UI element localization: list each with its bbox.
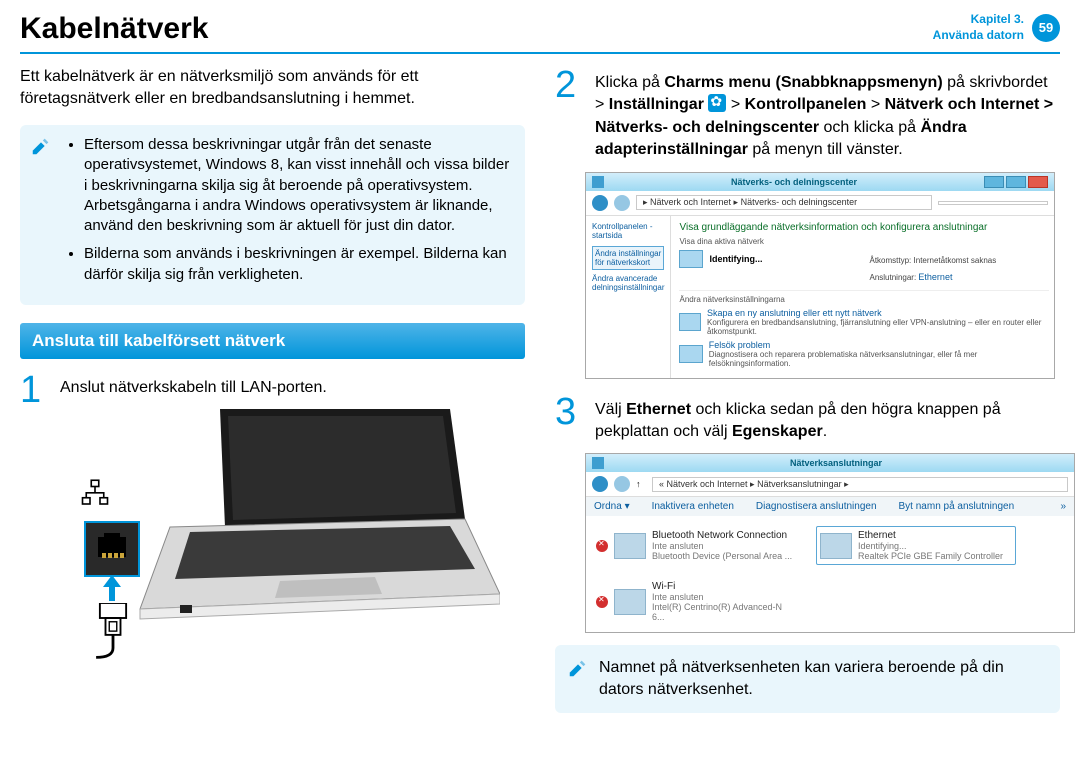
panel-heading: Visa grundläggande nätverksinformation o… bbox=[679, 222, 1049, 233]
setup-connection-icon bbox=[679, 313, 701, 331]
back-button[interactable] bbox=[592, 476, 608, 492]
note-bullet: Eftersom dessa beskrivningar utgår från … bbox=[84, 135, 511, 236]
adapter-ethernet[interactable]: EthernetIdentifying...Realtek PCIe GBE F… bbox=[816, 526, 1016, 565]
arrow-up-icon bbox=[103, 575, 121, 601]
adapter-icon bbox=[614, 533, 646, 559]
sidebar-link-adapters[interactable]: Ändra inställningar för nätverkskort bbox=[592, 246, 664, 270]
page-header: Kabelnätverk Kapitel 3. Använda datorn 5… bbox=[20, 12, 1060, 54]
intro-text: Ett kabelnätverk är en nätverksmiljö som… bbox=[20, 66, 525, 109]
section-heading: Ansluta till kabelförsett nätverk bbox=[20, 323, 525, 359]
sidebar-home[interactable]: Kontrollpanelen - startsida bbox=[592, 222, 664, 240]
window-icon bbox=[592, 457, 604, 469]
sidebar-link-sharing[interactable]: Ändra avancerade delningsinställningar bbox=[592, 274, 664, 292]
step-text: Välj Ethernet och klicka sedan på den hö… bbox=[595, 393, 1060, 444]
status-x-icon bbox=[596, 596, 608, 608]
status-x-icon bbox=[596, 540, 608, 552]
note-box: Eftersom dessa beskrivningar utgår från … bbox=[20, 125, 525, 305]
page-number-badge: 59 bbox=[1032, 14, 1060, 42]
window-icon bbox=[592, 176, 604, 188]
breadcrumb[interactable]: « Nätverk och Internet ▸ Nätverksanslutn… bbox=[652, 477, 1068, 492]
toolbar-diagnose[interactable]: Diagnostisera anslutningen bbox=[756, 501, 877, 512]
toolbar-more[interactable]: » bbox=[1060, 501, 1066, 512]
laptop-illustration bbox=[20, 389, 525, 669]
step-number: 2 bbox=[555, 66, 585, 104]
toolbar-organize[interactable]: Ordna ▾ bbox=[594, 501, 630, 512]
chapter-box: Kapitel 3. Använda datorn 59 bbox=[933, 12, 1060, 43]
minimize-button[interactable] bbox=[984, 176, 1004, 188]
adapter-icon bbox=[614, 589, 646, 615]
troubleshoot-icon bbox=[679, 345, 702, 363]
toolbar-disable[interactable]: Inaktivera enheten bbox=[652, 501, 734, 512]
window-title: Nätverks- och delningscenter bbox=[604, 177, 984, 187]
step-text: Klicka på Charms menu (Snabbknappsmenyn)… bbox=[595, 66, 1060, 162]
cable-plug-icon bbox=[94, 603, 132, 663]
window-title: Nätverksanslutningar bbox=[604, 458, 1068, 468]
forward-button[interactable] bbox=[614, 476, 630, 492]
forward-button[interactable] bbox=[614, 195, 630, 211]
network-icon bbox=[679, 250, 703, 268]
note-icon bbox=[567, 657, 589, 679]
breadcrumb[interactable]: ▸ Nätverk och Internet ▸ Nätverks- och d… bbox=[636, 195, 932, 210]
adapter-icon bbox=[820, 533, 852, 559]
maximize-button[interactable] bbox=[1006, 176, 1026, 188]
screenshot-network-center: Nätverks- och delningscenter ▸ Nätverk o… bbox=[585, 172, 1055, 379]
step-number: 3 bbox=[555, 393, 585, 431]
lan-connector-closeup bbox=[84, 521, 140, 577]
chapter-label: Kapitel 3. bbox=[933, 12, 1024, 28]
adapter-bluetooth[interactable]: Bluetooth Network ConnectionInte anslute… bbox=[596, 526, 796, 565]
close-button[interactable] bbox=[1028, 176, 1048, 188]
back-button[interactable] bbox=[592, 195, 608, 211]
chapter-sub: Använda datorn bbox=[933, 28, 1024, 44]
toolbar-rename[interactable]: Byt namn på anslutningen bbox=[899, 501, 1015, 512]
gear-icon bbox=[708, 94, 726, 112]
screenshot-network-connections: Nätverksanslutningar ↑ « Nätverk och Int… bbox=[585, 453, 1075, 633]
search-input[interactable] bbox=[938, 201, 1048, 205]
page-title: Kabelnätverk bbox=[20, 12, 208, 46]
adapter-wifi[interactable]: Wi-FiInte anslutenIntel(R) Centrino(R) A… bbox=[596, 581, 796, 622]
note-bullet: Bilderna som används i beskrivningen är … bbox=[84, 244, 511, 285]
laptop-image bbox=[130, 409, 500, 639]
note-icon bbox=[30, 135, 52, 157]
lan-icon bbox=[80, 479, 110, 509]
note-box-small: Namnet på nätverksenheten kan variera be… bbox=[555, 645, 1060, 712]
